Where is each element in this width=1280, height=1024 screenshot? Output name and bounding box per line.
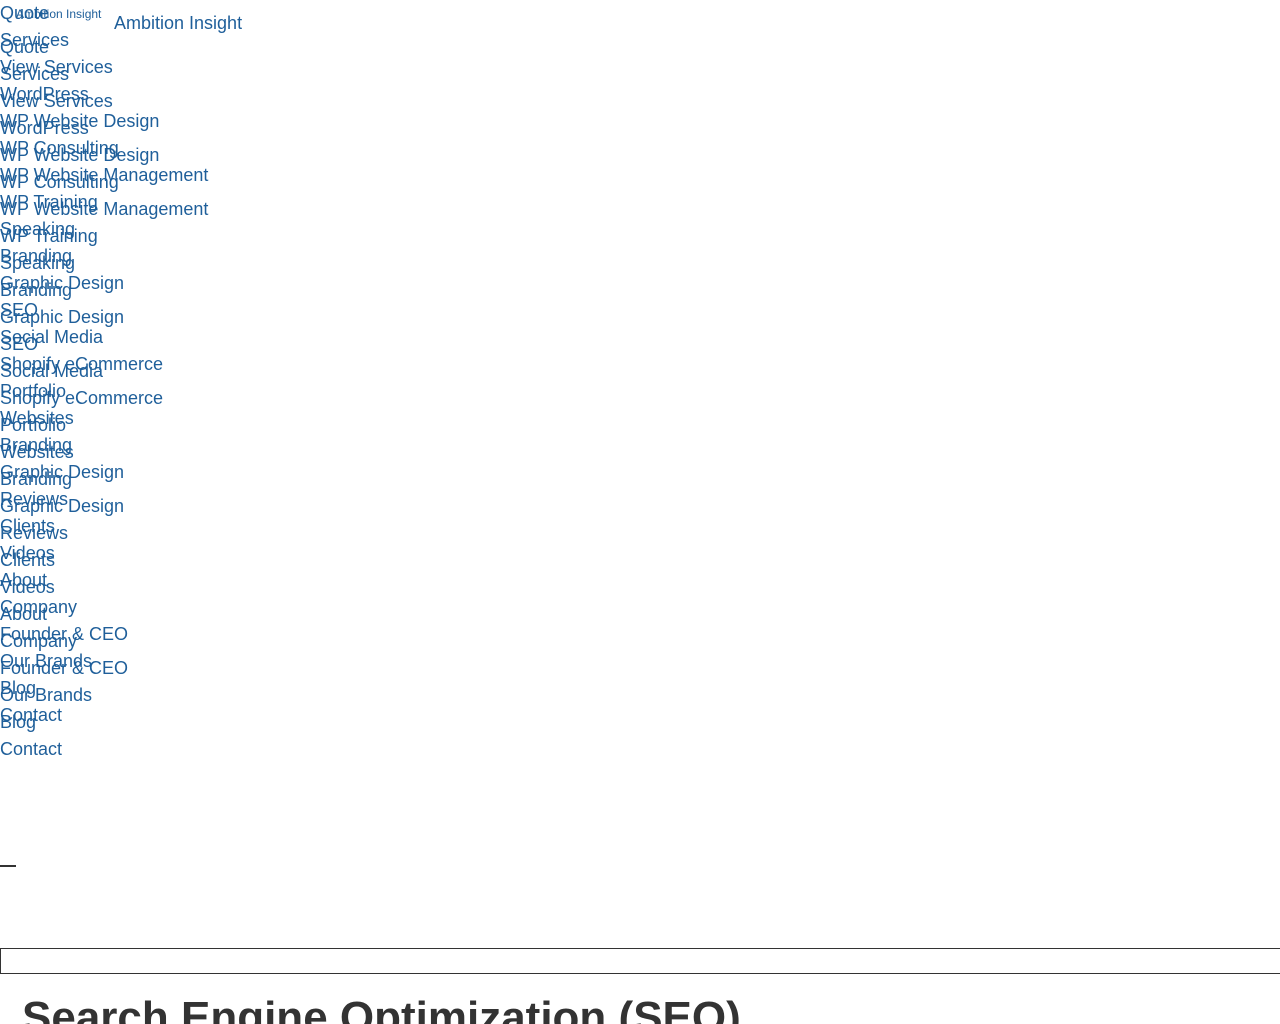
page-title: Search Engine Optimization (SEO) xyxy=(22,993,741,1024)
nav-link-wp-training[interactable]: WP Training xyxy=(0,226,98,246)
menu-item: Founder & CEO xyxy=(0,658,208,685)
menu-item: Services xyxy=(0,64,208,91)
nav-link-blog[interactable]: Blog xyxy=(0,712,36,732)
menu-item: About xyxy=(0,604,208,631)
logo-image-alt-text[interactable]: Ambition Insight xyxy=(16,7,101,21)
menu-item: Websites xyxy=(0,442,208,469)
menu-item: Company xyxy=(0,631,208,658)
primary-menu-duplicate: Quote Services View Services WordPress WP We… xyxy=(0,37,208,766)
menu-item: View Services xyxy=(0,91,208,118)
nav-link-wp-website-design[interactable]: WP Website Design xyxy=(0,145,159,165)
nav-link-company[interactable]: Company xyxy=(0,631,77,651)
nav-link-founder-and-ceo[interactable]: Founder & CEO xyxy=(0,658,128,678)
menu-item: WordPress xyxy=(0,118,208,145)
menu-item: Branding xyxy=(0,469,208,496)
nav-link-graphic-design[interactable]: Graphic Design xyxy=(0,496,124,516)
menu-item: Blog xyxy=(0,712,208,739)
nav-link-social-media[interactable]: Social Media xyxy=(0,361,103,381)
nav-link-shopify-ecommerce[interactable]: Shopify eCommerce xyxy=(0,388,163,408)
nav-link-our-brands[interactable]: Our Brands xyxy=(0,685,92,705)
nav-link-speaking[interactable]: Speaking xyxy=(0,253,75,273)
nav-link-graphic-design[interactable]: Graphic Design xyxy=(0,307,124,327)
menu-item: Shopify eCommerce xyxy=(0,388,208,415)
nav-link-contact[interactable]: Contact xyxy=(0,739,62,759)
menu-item: Contact xyxy=(0,739,208,766)
nav-link-reviews[interactable]: Reviews xyxy=(0,523,68,543)
nav-link-services[interactable]: Services xyxy=(0,64,69,84)
menu-item: Portfolio xyxy=(0,415,208,442)
nav-link-clients[interactable]: Clients xyxy=(0,550,55,570)
nav-link-videos[interactable]: Videos xyxy=(0,577,55,597)
menu-item: WP Website Design xyxy=(0,145,208,172)
menu-item: SEO xyxy=(0,334,208,361)
nav-link-about[interactable]: About xyxy=(0,604,47,624)
nav-link-websites[interactable]: Websites xyxy=(0,442,74,462)
nav-link-wordpress[interactable]: WordPress xyxy=(0,118,89,138)
nav-link-branding[interactable]: Branding xyxy=(0,280,72,300)
nav-link-view-services[interactable]: View Services xyxy=(0,91,113,111)
search-input[interactable] xyxy=(0,948,1280,974)
menu-item: WP Consulting xyxy=(0,172,208,199)
site-title-link[interactable]: Ambition Insight xyxy=(114,13,242,34)
menu-item: Branding xyxy=(0,280,208,307)
nav-link-quote[interactable]: Quote xyxy=(0,37,49,57)
menu-item: WP Training xyxy=(0,226,208,253)
nav-link-portfolio[interactable]: Portfolio xyxy=(0,415,66,435)
nav-link-branding[interactable]: Branding xyxy=(0,469,72,489)
divider-mark xyxy=(0,865,16,867)
menu-item: Videos xyxy=(0,577,208,604)
nav-link-wp-website-management[interactable]: WP Website Management xyxy=(0,199,208,219)
nav-link-wp-consulting[interactable]: WP Consulting xyxy=(0,172,119,192)
menu-item: Reviews xyxy=(0,523,208,550)
menu-item: Graphic Design xyxy=(0,496,208,523)
page: Quote Services View Services WordPress WP We… xyxy=(0,0,1280,1024)
nav-link-seo[interactable]: SEO xyxy=(0,334,38,354)
menu-item: Clients xyxy=(0,550,208,577)
menu-item: Our Brands xyxy=(0,685,208,712)
menu-item: WP Website Management xyxy=(0,199,208,226)
menu-item: Graphic Design xyxy=(0,307,208,334)
menu-item: Speaking xyxy=(0,253,208,280)
menu-item: Quote xyxy=(0,37,208,64)
menu-item: Social Media xyxy=(0,361,208,388)
